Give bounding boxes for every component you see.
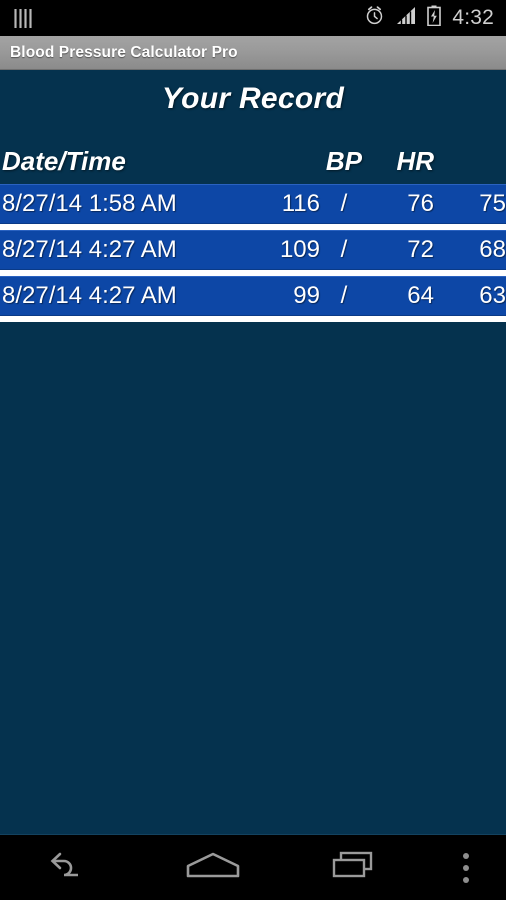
phone-screen: 4:32 Blood Pressure Calculator Pro Your … — [0, 0, 506, 900]
alarm-clock-icon — [364, 5, 385, 31]
android-nav-bar — [0, 834, 506, 900]
cell-heart-rate: 68 — [479, 236, 506, 263]
table-header-row: Date/Time BP HR — [0, 142, 506, 180]
column-header-hr: HR — [396, 145, 434, 176]
nav-overflow-button[interactable] — [426, 835, 506, 900]
cell-bp-separator: / — [340, 190, 348, 217]
app-title-bar: Blood Pressure Calculator Pro — [0, 36, 506, 70]
cell-systolic: 109 — [279, 236, 320, 263]
records-table: Date/Time BP HR 8/27/14 1:58 AM 116 / 76… — [0, 142, 506, 322]
battery-charging-icon — [427, 5, 442, 31]
vertical-bars-icon — [14, 8, 32, 28]
cell-datetime: 8/27/14 4:27 AM — [2, 236, 177, 263]
app-title: Blood Pressure Calculator Pro — [10, 43, 238, 61]
table-row[interactable]: 8/27/14 4:27 AM 109 / 72 68 — [0, 230, 506, 270]
signal-bars-icon — [396, 6, 416, 30]
cell-datetime: 8/27/14 1:58 AM — [2, 190, 177, 217]
main-content: Your Record Date/Time BP HR 8/27/14 1:58… — [0, 70, 506, 834]
cell-systolic: 99 — [293, 282, 320, 309]
status-bar-left-icons — [14, 8, 32, 28]
nav-home-button[interactable] — [142, 835, 284, 900]
overflow-menu-icon — [463, 852, 469, 883]
status-bar-right-icons: 4:32 — [364, 5, 494, 31]
cell-diastolic: 64 — [407, 282, 434, 309]
cell-bp-separator: / — [340, 282, 348, 309]
back-icon — [48, 849, 94, 886]
cell-datetime: 8/27/14 4:27 AM — [2, 282, 177, 309]
status-bar: 4:32 — [0, 0, 506, 36]
cell-diastolic: 72 — [407, 236, 434, 263]
table-row[interactable]: 8/27/14 4:27 AM 99 / 64 63 — [0, 276, 506, 316]
table-row[interactable]: 8/27/14 1:58 AM 116 / 76 75 — [0, 184, 506, 224]
cell-diastolic: 76 — [407, 190, 434, 217]
table-bottom-separator — [0, 316, 506, 322]
page-title: Your Record — [161, 82, 345, 115]
column-header-datetime: Date/Time — [2, 145, 126, 176]
column-header-bp: BP — [325, 145, 362, 176]
recent-apps-icon — [330, 849, 380, 886]
home-icon — [184, 849, 242, 886]
status-bar-clock: 4:32 — [452, 6, 494, 29]
cell-heart-rate: 63 — [479, 282, 506, 309]
nav-back-button[interactable] — [0, 835, 142, 900]
nav-recents-button[interactable] — [284, 835, 426, 900]
cell-systolic: 116 — [281, 190, 320, 217]
cell-bp-separator: / — [340, 236, 348, 263]
cell-heart-rate: 75 — [479, 190, 506, 217]
